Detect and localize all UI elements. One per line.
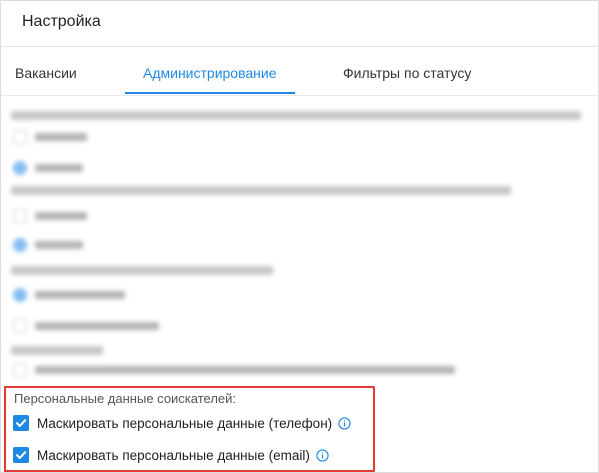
panel-header: Настройка xyxy=(1,1,598,47)
personal-data-section-label: Персональные данные соискателей: xyxy=(14,391,237,406)
mask-phone-checkbox[interactable] xyxy=(13,415,29,431)
blurred-settings-content xyxy=(1,97,598,387)
checkmark-icon xyxy=(16,419,27,427)
mask-email-checkbox[interactable] xyxy=(13,447,29,463)
tab-status-filters[interactable]: Фильтры по статусу xyxy=(343,65,471,81)
tab-bar: Вакансии Администрирование Фильтры по ст… xyxy=(1,48,598,96)
mask-phone-label: Маскировать персональные данные (телефон… xyxy=(37,415,333,431)
info-icon[interactable] xyxy=(316,448,329,462)
mask-email-option[interactable]: Маскировать персональные данные (email) xyxy=(13,447,329,463)
tab-vacancies[interactable]: Вакансии xyxy=(15,65,77,81)
info-icon[interactable] xyxy=(338,416,351,430)
mask-phone-option[interactable]: Маскировать персональные данные (телефон… xyxy=(13,415,351,431)
settings-panel: Настройка Вакансии Администрирование Фил… xyxy=(0,0,599,473)
active-tab-indicator xyxy=(125,92,295,94)
mask-email-label: Маскировать персональные данные (email) xyxy=(37,447,310,463)
tab-administration[interactable]: Администрирование xyxy=(143,65,277,81)
page-title: Настройка xyxy=(22,13,101,30)
checkmark-icon xyxy=(16,451,27,459)
